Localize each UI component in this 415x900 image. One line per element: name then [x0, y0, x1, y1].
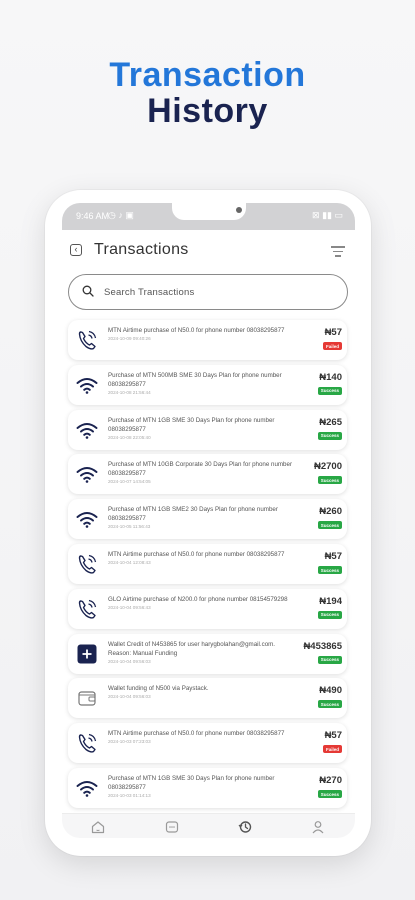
transaction-row[interactable]: MTN Airtime purchase of N50.0 for phone …: [68, 723, 347, 764]
transaction-description: GLO Airtime purchase of N200.0 for phone…: [108, 595, 296, 611]
transaction-row[interactable]: Purchase of MTN 1GB SME2 30 Days Plan fo…: [68, 499, 347, 540]
status-badge: Success: [317, 386, 342, 395]
transaction-description: Wallet Credit of N453865 for user harygb…: [108, 640, 296, 665]
phone-icon: [74, 327, 100, 353]
search-input[interactable]: Search Transactions: [68, 274, 348, 310]
transaction-description: Wallet funding of N500 via Paystack. 2024…: [108, 684, 296, 700]
plus-icon: [74, 641, 100, 667]
headline-transaction: Transaction: [109, 56, 306, 94]
transaction-date: 2024-10-03 01:14:13: [108, 793, 151, 798]
transaction-description: Purchase of MTN 10GB Corporate 30 Days P…: [108, 460, 296, 485]
transaction-description: MTN Airtime purchase of N50.0 for phone …: [108, 550, 296, 566]
transaction-description-text: Wallet funding of N500 via Paystack.: [108, 685, 209, 693]
transaction-date: 2024-10-04 09:56:43: [108, 604, 151, 610]
transaction-amount: ₦57: [324, 327, 342, 338]
transaction-amount: ₦490: [319, 685, 342, 697]
phone-icon: [74, 596, 100, 622]
wifi-icon: [74, 417, 100, 443]
transaction-description: MTN Airtime purchase of N50.0 for phone …: [108, 326, 296, 342]
transaction-amount: ₦265: [319, 416, 342, 428]
transaction-amount: ₦57: [324, 730, 342, 742]
wallet-icon: [74, 685, 100, 711]
transaction-amount: ₦260: [319, 506, 342, 518]
wifi-icon: [74, 461, 100, 487]
transaction-date: 2024-10-04 09:56:03: [108, 694, 151, 700]
transaction-row[interactable]: GLO Airtime purchase of N200.0 for phone…: [68, 588, 347, 629]
status-badge: Success: [317, 431, 342, 440]
transaction-amount: ₦194: [319, 595, 342, 607]
transaction-date: 2024-10-04 09:56:03: [108, 658, 151, 664]
transaction-row[interactable]: Purchase of MTN 1GB SME 30 Days Plan for…: [68, 409, 347, 450]
transaction-description: Purchase of MTN 1GB SME 30 Days Plan for…: [108, 416, 296, 441]
transaction-amount: ₦453865: [303, 640, 342, 652]
transaction-description: MTN Airtime purchase of N50.0 for phone …: [108, 729, 296, 745]
profile-icon[interactable]: [310, 819, 326, 835]
transaction-description-text: MTN Airtime purchase of N50.0 for phone …: [108, 730, 285, 738]
transaction-amount: ₦270: [319, 775, 342, 786]
status-badge: Success: [317, 610, 342, 619]
transaction-amount: ₦140: [319, 371, 342, 383]
transaction-description: Purchase of MTN 500MB SME 30 Days Plan f…: [108, 371, 296, 396]
home-icon[interactable]: [90, 819, 106, 835]
transaction-description-text: Purchase of MTN 1GB SME2 30 Days Plan fo…: [108, 506, 278, 523]
status-badge: Success: [317, 476, 342, 485]
status-badge: Failed: [322, 342, 342, 350]
transaction-date: 2024-10-08 22:05:40: [108, 434, 151, 440]
transaction-description-text: MTN Airtime purchase of N50.0 for phone …: [108, 551, 285, 558]
status-left-icons: ◷ ♪ ▣: [108, 210, 134, 220]
history-icon[interactable]: [237, 819, 253, 835]
transaction-description-text: Purchase of MTN 1GB SME 30 Days Plan for…: [108, 416, 275, 433]
search-icon: [82, 285, 94, 297]
transaction-amount: ₦2700: [314, 461, 342, 473]
phone-icon: [74, 551, 100, 577]
transaction-row[interactable]: MTN Airtime purchase of N50.0 for phone …: [68, 320, 347, 360]
page-title: Transactions: [94, 241, 189, 258]
status-badge: Success: [317, 700, 342, 709]
transaction-amount: ₦57: [324, 551, 342, 562]
services-icon[interactable]: [164, 819, 180, 835]
transaction-date: 2024-10-09 09:40:26: [108, 336, 151, 341]
wifi-icon: [74, 775, 100, 801]
status-time: 9:46 AM: [76, 211, 110, 221]
transaction-date: 2024-10-03 07:23:03: [108, 739, 151, 745]
transaction-description: Purchase of MTN 1GB SME2 30 Days Plan fo…: [108, 505, 296, 530]
front-camera: [236, 207, 242, 213]
app-bar: ‹ Transactions: [62, 237, 355, 267]
transaction-date: 2024-10-05 11:56:43: [108, 524, 151, 530]
transaction-row[interactable]: Purchase of MTN 1GB SME 30 Days Plan for…: [68, 768, 347, 808]
headline-history: History: [147, 92, 268, 130]
transaction-description-text: Purchase of MTN 10GB Corporate 30 Days P…: [108, 461, 292, 478]
phone-icon: [74, 730, 100, 756]
transaction-row[interactable]: Wallet Credit of N453865 for user harygb…: [68, 633, 347, 674]
filter-icon[interactable]: [331, 246, 345, 258]
transaction-date: 2024-10-07 14:54:05: [108, 479, 151, 485]
transaction-description-text: MTN Airtime purchase of N50.0 for phone …: [108, 327, 285, 334]
transaction-description: Purchase of MTN 1GB SME 30 Days Plan for…: [108, 774, 296, 799]
transaction-description-text: Purchase of MTN 1GB SME 30 Days Plan for…: [108, 775, 275, 791]
transaction-row[interactable]: Purchase of MTN 10GB Corporate 30 Days P…: [68, 454, 347, 495]
bottom-nav: [62, 813, 355, 838]
transaction-row[interactable]: Wallet funding of N500 via Paystack. 2024…: [68, 678, 347, 719]
phone-screen: 9:46 AM ◷ ♪ ▣ ⊠ ▮▮ ▭ ‹ Transactions Sear…: [62, 203, 355, 838]
status-badge: Success: [317, 521, 342, 530]
status-right-icons: ⊠ ▮▮ ▭: [312, 210, 343, 220]
back-button[interactable]: ‹: [70, 244, 82, 256]
transaction-description-text: Purchase of MTN 500MB SME 30 Days Plan f…: [108, 371, 282, 388]
transaction-date: 2024-10-08 21:56:44: [108, 389, 151, 395]
wifi-icon: [74, 506, 100, 532]
status-badge: Success: [317, 566, 342, 574]
transaction-date: 2024-10-04 12:08:43: [108, 560, 151, 565]
transaction-row[interactable]: Purchase of MTN 500MB SME 30 Days Plan f…: [68, 364, 347, 405]
status-badge: Success: [317, 790, 342, 798]
search-placeholder: Search Transactions: [104, 287, 195, 298]
notch: [172, 203, 246, 220]
transaction-description-text: GLO Airtime purchase of N200.0 for phone…: [108, 595, 288, 603]
transaction-row[interactable]: MTN Airtime purchase of N50.0 for phone …: [68, 544, 347, 584]
transaction-description-text: Wallet Credit of N453865 for user harygb…: [108, 640, 276, 657]
wifi-icon: [74, 372, 100, 398]
status-badge: Success: [317, 655, 342, 664]
status-badge: Failed: [322, 745, 342, 754]
